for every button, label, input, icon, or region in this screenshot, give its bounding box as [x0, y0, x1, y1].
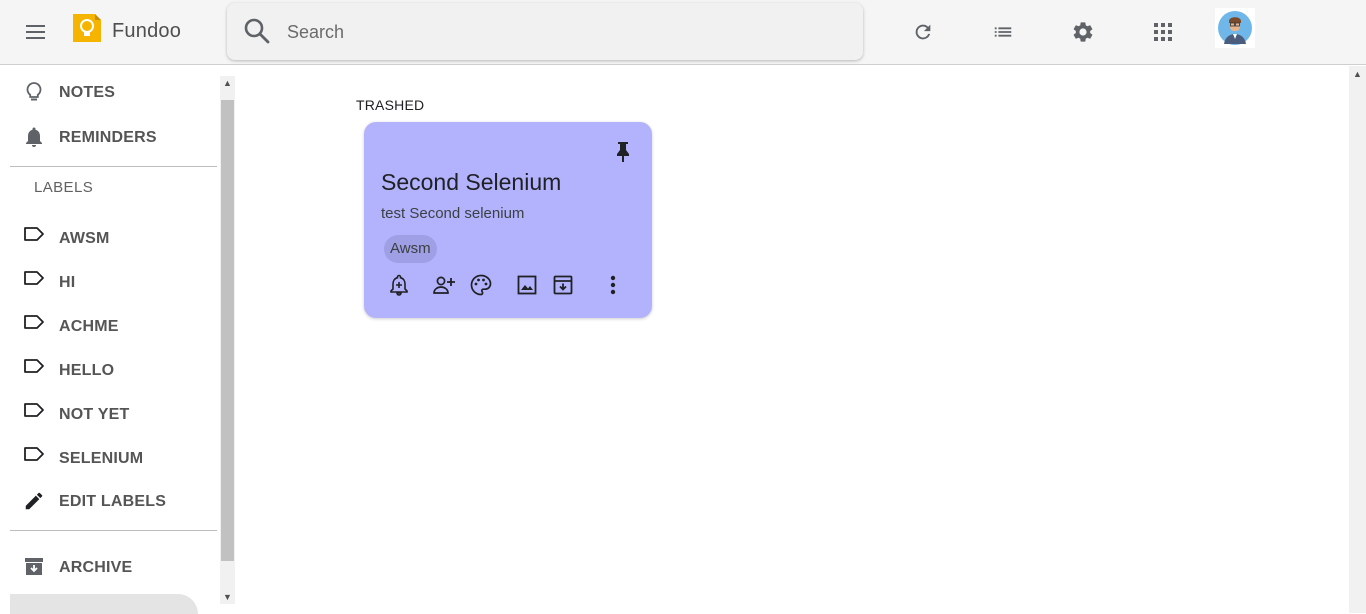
sidebar-item-label-awsm[interactable]: AWSM: [0, 218, 217, 258]
sidebar-item-archive[interactable]: ARCHIVE: [0, 547, 217, 587]
sidebar-item-partial[interactable]: [10, 594, 198, 614]
archive-icon: [22, 555, 46, 579]
sidebar-item-reminders[interactable]: REMINDERS: [0, 117, 217, 157]
sidebar-item-label: HI: [59, 274, 76, 291]
label-icon: [22, 222, 46, 246]
sidebar-item-label: NOT YET: [59, 406, 130, 423]
sidebar-item-label-hi[interactable]: HI: [0, 262, 217, 302]
more-vert-icon[interactable]: [601, 273, 625, 297]
keep-logo-icon: [71, 12, 103, 44]
sidebar-item-label: AWSM: [59, 230, 110, 247]
list-view-icon[interactable]: [989, 18, 1017, 46]
sidebar-item-notes[interactable]: NOTES: [0, 72, 217, 112]
note-actions: [364, 271, 652, 299]
sidebar-item-label: EDIT LABELS: [59, 493, 167, 510]
divider: [10, 530, 217, 531]
sidebar-item-label: SELENIUM: [59, 450, 144, 467]
palette-icon[interactable]: [469, 273, 493, 297]
pencil-icon: [22, 489, 46, 513]
sidebar-item-label: ACHME: [59, 318, 119, 335]
note-card[interactable]: Second Selenium test Second selenium Aws…: [364, 122, 652, 318]
note-label-chip[interactable]: Awsm: [384, 235, 437, 263]
sidebar-item-label: NOTES: [59, 84, 116, 101]
label-icon: [22, 310, 46, 334]
menu-icon[interactable]: [20, 16, 52, 48]
scroll-thumb[interactable]: [221, 100, 234, 561]
avatar[interactable]: [1215, 8, 1255, 48]
sidebar-item-label-hello[interactable]: HELLO: [0, 350, 217, 390]
divider: [10, 166, 217, 167]
search-input[interactable]: [287, 17, 847, 47]
section-title: TRASHED: [356, 97, 425, 113]
labels-heading: LABELS: [34, 179, 94, 196]
scroll-up-arrow-icon[interactable]: ▲: [1349, 68, 1366, 80]
settings-icon[interactable]: [1069, 18, 1097, 46]
pin-icon[interactable]: [612, 140, 634, 164]
bell-icon: [22, 125, 46, 149]
note-title: Second Selenium: [381, 169, 562, 195]
label-icon: [22, 266, 46, 290]
label-icon: [22, 398, 46, 422]
sidebar-item-label-not-yet[interactable]: NOT YET: [0, 394, 217, 434]
sidebar-item-edit-labels[interactable]: EDIT LABELS: [0, 481, 217, 521]
sidebar-item-label: REMINDERS: [59, 129, 157, 146]
lightbulb-icon: [22, 80, 46, 104]
add-reminder-icon[interactable]: [387, 273, 411, 297]
top-app-bar: Fundoo: [0, 0, 1366, 65]
sidebar-item-label: HELLO: [59, 362, 115, 379]
sidebar: NOTES REMINDERS LABELS AWSM HI ACHME HEL…: [0, 66, 235, 614]
sidebar-item-label: ARCHIVE: [59, 559, 133, 576]
search-icon[interactable]: [243, 17, 271, 45]
archive-icon[interactable]: [551, 273, 575, 297]
label-icon: [22, 442, 46, 466]
sidebar-item-label-selenium[interactable]: SELENIUM: [0, 438, 217, 478]
collaborator-icon[interactable]: [432, 273, 456, 297]
label-icon: [22, 354, 46, 378]
sidebar-scrollbar[interactable]: ▲ ▼: [220, 76, 235, 604]
scroll-up-arrow-icon[interactable]: ▲: [220, 76, 235, 90]
apps-icon[interactable]: [1149, 18, 1177, 46]
app-title: Fundoo: [112, 20, 182, 42]
image-icon[interactable]: [515, 273, 539, 297]
sidebar-item-label-achme[interactable]: ACHME: [0, 306, 217, 346]
search-bar[interactable]: [227, 3, 863, 60]
refresh-icon[interactable]: [909, 18, 937, 46]
scroll-down-arrow-icon[interactable]: ▼: [220, 590, 235, 604]
note-body: test Second selenium: [381, 205, 525, 222]
page-scrollbar[interactable]: ▲: [1349, 66, 1366, 613]
